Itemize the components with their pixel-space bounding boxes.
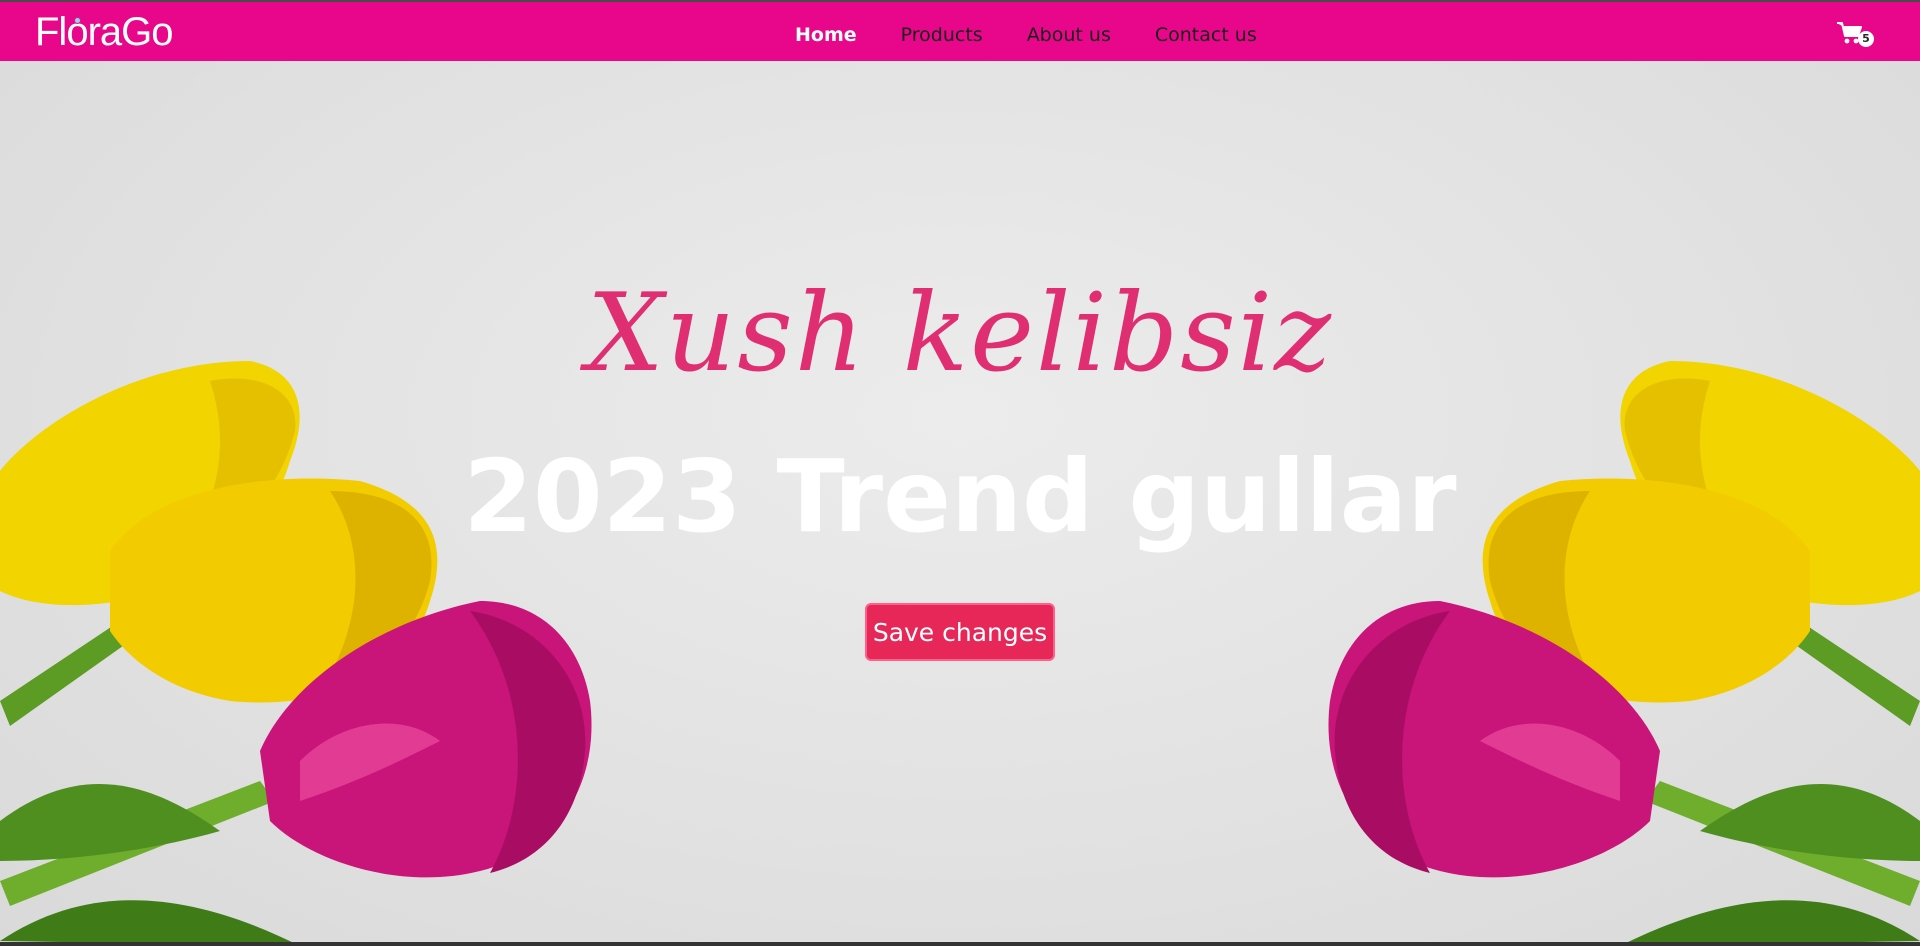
nav-about-us[interactable]: About us <box>1027 22 1111 48</box>
hero-headline: 2023 Trend gullar <box>463 438 1457 555</box>
welcome-script-title: Xush kelibsiz <box>586 271 1334 396</box>
save-changes-button[interactable]: Save changes <box>865 603 1055 661</box>
nav-contact-us[interactable]: Contact us <box>1155 22 1257 48</box>
nav-home[interactable]: Home <box>795 22 857 48</box>
logo-text-end: raGo <box>87 10 174 54</box>
logo-text-start: Fl <box>35 10 67 54</box>
top-navbar: Flo raGo Home Products About us Contact u… <box>0 0 1920 61</box>
nav-products[interactable]: Products <box>901 22 983 48</box>
logo-o-with-dot: o <box>66 10 88 54</box>
hero-section: Xush kelibsiz 2023 Trend gullar Save cha… <box>0 61 1920 946</box>
main-nav: Home Products About us Contact us <box>795 22 1301 48</box>
florago-logo[interactable]: Flo raGo <box>35 10 174 54</box>
cart-button[interactable]: 5 <box>1836 20 1874 50</box>
bottom-scroll-edge <box>0 942 1920 946</box>
logo-dot-icon <box>73 17 81 24</box>
cart-count-badge: 5 <box>1858 31 1874 47</box>
